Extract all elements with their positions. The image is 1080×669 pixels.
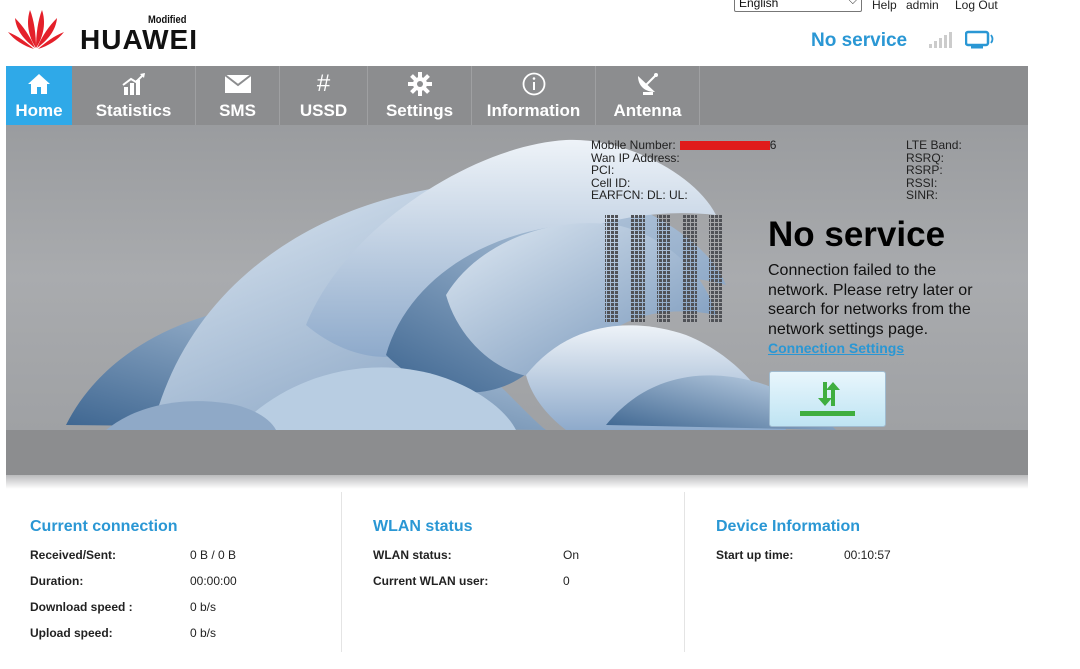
nav-sms[interactable]: SMS	[196, 66, 280, 125]
mobile-number-row: Mobile Number: 6	[591, 138, 777, 152]
gear-icon	[368, 72, 471, 96]
main-nav: Home Statistics SMS # USSD Settings Info…	[6, 66, 1028, 125]
help-link[interactable]: Help	[872, 0, 905, 12]
logout-link[interactable]: Log Out	[955, 0, 1006, 12]
network-status-panel: Mobile Number: 6 Wan IP Address: PCI: Cel…	[6, 125, 1028, 430]
panel-divider	[684, 492, 685, 652]
signal-bars-icon	[605, 215, 723, 323]
device-information-title: Device Information	[716, 518, 861, 535]
signal-strength-icon	[929, 32, 952, 48]
info-icon	[472, 72, 595, 96]
hero-footer-band	[6, 430, 1028, 475]
chevron-down-icon: ⌵	[848, 0, 857, 7]
panel-divider	[341, 492, 342, 652]
network-status-text: No service	[811, 30, 908, 51]
chart-icon	[72, 72, 195, 96]
nav-settings[interactable]: Settings	[368, 66, 472, 125]
rsrp-label: RSRP:	[906, 163, 943, 177]
pci-label: PCI:	[591, 163, 615, 177]
hero-shadow	[6, 475, 1028, 489]
home-icon	[6, 72, 72, 96]
language-select[interactable]: English ⌵	[734, 0, 862, 12]
admin-link[interactable]: admin	[906, 0, 947, 12]
radio-info-right: LTE Band: RSRQ: RSRP: RSSI: SINR:	[906, 139, 962, 202]
hash-icon: #	[316, 70, 331, 97]
wan-ip-label: Wan IP Address:	[591, 150, 680, 165]
huawei-logo[interactable]: Modified HUAWEI	[6, 6, 206, 58]
nav-information[interactable]: Information	[472, 66, 596, 125]
connect-button-bar	[800, 411, 855, 416]
brand-name: HUAWEI	[80, 24, 198, 55]
router-admin-page: Modified HUAWEI English ⌵ Help admin Log…	[0, 0, 1080, 669]
nav-antenna[interactable]: Antenna	[596, 66, 700, 125]
huawei-petals-icon	[8, 10, 64, 49]
envelope-icon	[196, 72, 279, 96]
lte-band-label: LTE Band:	[906, 138, 962, 152]
up-down-arrows-icon	[818, 382, 840, 406]
current-connection-panel: Current connection Received/Sent: 0 B / …	[30, 518, 237, 640]
nav-statistics[interactable]: Statistics	[72, 66, 196, 125]
earfcn-label: EARFCN: DL: UL:	[591, 188, 688, 202]
language-value: English	[739, 0, 779, 10]
device-information-panel: Device Information Start up time: 00:10:…	[716, 518, 891, 562]
wlan-status-panel: WLAN status WLAN status: On Current WLAN…	[373, 518, 580, 588]
connection-settings-link[interactable]: Connection Settings	[768, 340, 904, 356]
no-service-title: No service	[768, 215, 946, 254]
connect-button[interactable]	[769, 371, 886, 427]
satellite-dish-icon	[596, 72, 699, 96]
nav-home[interactable]: Home	[6, 66, 72, 125]
current-connection-title: Current connection	[30, 518, 178, 535]
redacted-mobile-number	[679, 141, 770, 151]
sinr-label: SINR:	[906, 188, 939, 202]
nav-ussd[interactable]: # USSD	[280, 66, 368, 125]
wlan-status-title: WLAN status	[373, 518, 473, 535]
monitor-icon[interactable]	[965, 30, 997, 50]
no-service-message: Connection failed to the network. Please…	[768, 262, 973, 338]
radio-info-left: Mobile Number: 6 Wan IP Address: PCI: Cel…	[591, 139, 776, 202]
